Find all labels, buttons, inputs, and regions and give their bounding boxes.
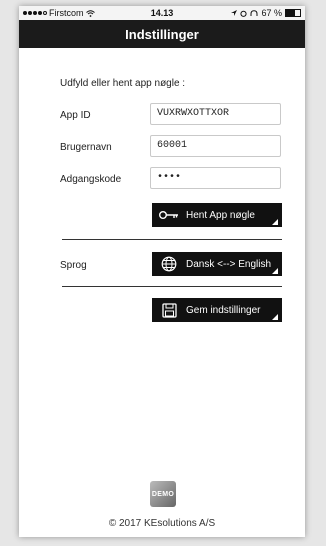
divider-bottom [62, 286, 282, 287]
form-intro: Udfyld eller hent app nøgle : [60, 78, 186, 89]
demo-badge-text: DEMO [151, 490, 175, 498]
phone-screen: Firstcom 14.13 67 % Indstillinger Udfyld… [19, 6, 305, 537]
username-input[interactable]: 60001 [150, 135, 281, 157]
status-bar: Firstcom 14.13 67 % [19, 6, 305, 20]
page-title: Indstillinger [125, 26, 199, 42]
footer-copyright: © 2017 KEsolutions A/S [108, 518, 216, 529]
battery-percent: 67 % [261, 8, 282, 18]
alarm-icon [240, 10, 248, 17]
password-input[interactable]: •••• [150, 167, 281, 189]
language-label: Sprog [60, 260, 87, 271]
app-id-input[interactable]: VUXRWXOTTXOR [150, 103, 281, 125]
fetch-app-key-label: Hent App nøgle [186, 209, 255, 221]
nav-header: Indstillinger [19, 20, 305, 48]
demo-logo: DEMO [150, 481, 176, 507]
globe-icon [158, 256, 180, 272]
language-toggle-button[interactable]: Dansk <--> English [152, 252, 282, 276]
headphones-icon [250, 9, 258, 16]
location-icon [231, 10, 238, 16]
key-icon [158, 207, 180, 223]
fetch-app-key-button[interactable]: Hent App nøgle [152, 203, 282, 227]
app-id-label: App ID [60, 110, 91, 121]
settings-content: Udfyld eller hent app nøgle : App ID VUX… [19, 48, 305, 537]
username-label: Brugernavn [60, 142, 112, 153]
divider-top [62, 239, 282, 240]
save-settings-label: Gem indstillinger [186, 304, 261, 316]
password-label: Adgangskode [60, 174, 122, 185]
floppy-icon [158, 302, 180, 318]
status-right: 67 % [231, 8, 301, 18]
save-settings-button[interactable]: Gem indstillinger [152, 298, 282, 322]
battery-icon [285, 9, 301, 17]
language-toggle-label: Dansk <--> English [186, 258, 272, 270]
